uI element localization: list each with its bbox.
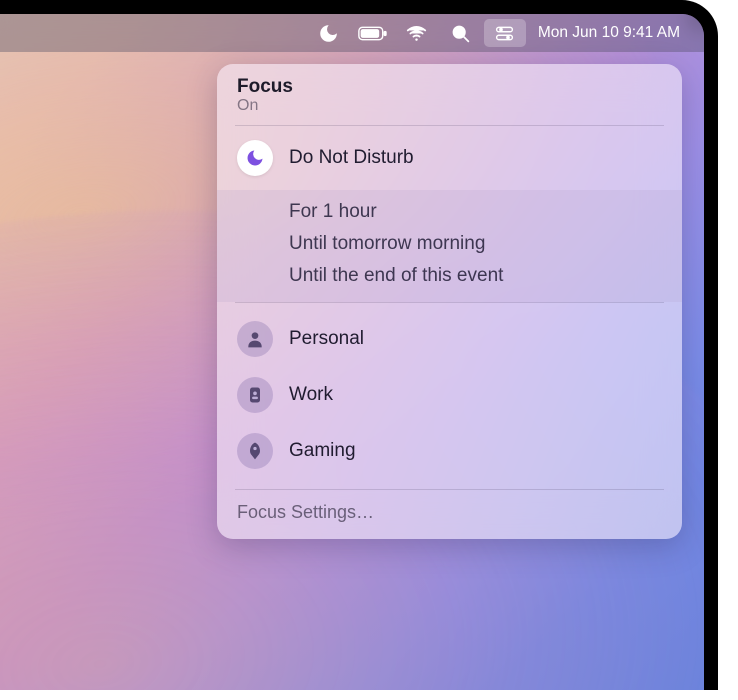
spotlight-icon[interactable]	[440, 19, 482, 47]
focus-mode-label: Gaming	[289, 440, 356, 462]
focus-header: Focus On	[217, 64, 682, 125]
focus-settings-link[interactable]: Focus Settings…	[237, 502, 374, 522]
duration-until-tomorrow[interactable]: Until tomorrow morning	[217, 228, 682, 260]
focus-mode-label: Work	[289, 384, 333, 406]
badge-icon	[237, 377, 273, 413]
focus-mode-gaming[interactable]: Gaming	[217, 423, 682, 479]
rocket-icon	[237, 433, 273, 469]
person-icon	[237, 321, 273, 357]
focus-panel: Focus On Do Not Disturb For 1 hour Until…	[217, 64, 682, 539]
menu-bar-clock[interactable]: Mon Jun 10 9:41 AM	[528, 24, 686, 42]
do-not-disturb-row[interactable]: Do Not Disturb	[217, 126, 682, 190]
focus-modes: Personal Work Gaming	[217, 303, 682, 489]
wifi-icon[interactable]	[396, 19, 438, 47]
focus-status-icon[interactable]	[308, 19, 350, 47]
moon-icon	[237, 140, 273, 176]
control-center-icon[interactable]	[484, 19, 526, 47]
menu-bar: Mon Jun 10 9:41 AM	[0, 14, 704, 52]
focus-footer: Focus Settings…	[217, 490, 682, 539]
duration-1-hour[interactable]: For 1 hour	[217, 196, 682, 228]
focus-title: Focus	[237, 76, 662, 98]
battery-icon[interactable]	[352, 19, 394, 47]
focus-status-label: On	[237, 97, 662, 115]
focus-mode-label: Personal	[289, 328, 364, 350]
dnd-durations: For 1 hour Until tomorrow morning Until …	[217, 190, 682, 302]
do-not-disturb-label: Do Not Disturb	[289, 147, 414, 169]
duration-until-event-end[interactable]: Until the end of this event	[217, 260, 682, 292]
focus-mode-personal[interactable]: Personal	[217, 311, 682, 367]
focus-mode-work[interactable]: Work	[217, 367, 682, 423]
